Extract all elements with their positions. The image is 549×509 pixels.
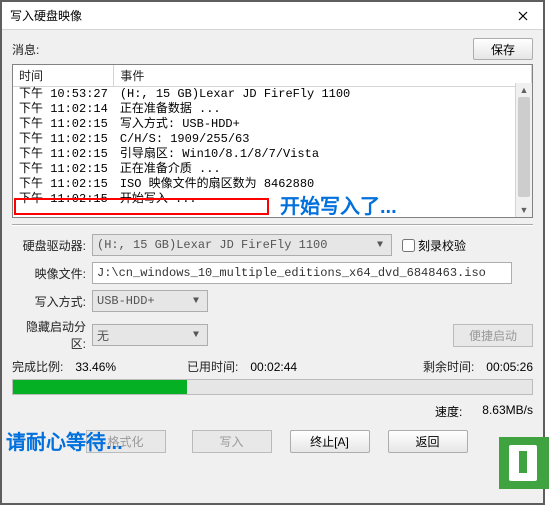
log-header-row: 时间 事件	[13, 65, 532, 87]
record-verify-label: 刻录校验	[418, 237, 466, 254]
dialog-window: 写入硬盘映像 消息: 保存 时间 事件 下午 10:53:27(H:, 15 G…	[0, 0, 545, 505]
log-row: 下午 11:02:15写入方式: USB-HDD+	[13, 117, 532, 132]
progress-bar	[12, 379, 533, 395]
log-panel: 时间 事件 下午 10:53:27(H:, 15 GB)Lexar JD Fir…	[12, 64, 533, 218]
drive-dropdown[interactable]: (H:, 15 GB)Lexar JD FireFly 1100 ▼	[92, 234, 392, 256]
scrollbar[interactable]: ▲ ▼	[515, 83, 532, 217]
progress-fill	[13, 380, 187, 394]
stop-button[interactable]: 终止[A]	[290, 430, 370, 453]
hidden-boot-label: 隐藏启动分区:	[12, 318, 92, 352]
elapsed-label: 已用时间:	[187, 358, 238, 375]
drive-label: 硬盘驱动器:	[12, 237, 92, 254]
speed-value: 8.63MB/s	[482, 403, 533, 420]
chevron-down-icon: ▼	[373, 240, 387, 251]
log-row: 下午 11:02:15ISO 映像文件的扇区数为 8462880	[13, 177, 532, 192]
record-verify-input[interactable]	[402, 239, 415, 252]
annotation-please-wait: 请耐心等待...	[6, 426, 123, 455]
chevron-down-icon[interactable]: ▼	[516, 203, 532, 217]
convenient-boot-button[interactable]: 便捷启动	[453, 324, 533, 347]
col-event[interactable]: 事件	[114, 65, 532, 87]
highlight-box	[14, 198, 269, 215]
chevron-down-icon: ▼	[189, 296, 203, 307]
log-row: 下午 11:02:15正在准备介质 ...	[13, 162, 532, 177]
hidden-boot-dropdown[interactable]: 无 ▼	[92, 324, 208, 346]
write-method-dropdown[interactable]: USB-HDD+ ▼	[92, 290, 208, 312]
window-title: 写入硬盘映像	[2, 7, 503, 24]
record-verify-checkbox[interactable]: 刻录校验	[402, 237, 466, 254]
log-row: 下午 10:53:27(H:, 15 GB)Lexar JD FireFly 1…	[13, 87, 532, 103]
percent-value: 33.46%	[75, 360, 116, 374]
close-icon	[518, 11, 528, 21]
col-time[interactable]: 时间	[13, 65, 114, 87]
save-button[interactable]: 保存	[473, 38, 533, 60]
image-file-label: 映像文件:	[12, 265, 92, 282]
elapsed-value: 00:02:44	[250, 360, 297, 374]
chevron-up-icon[interactable]: ▲	[516, 83, 532, 97]
write-button[interactable]: 写入	[192, 430, 272, 453]
remain-label: 剩余时间:	[423, 358, 474, 375]
image-file-field[interactable]: J:\cn_windows_10_multiple_editions_x64_d…	[92, 262, 512, 284]
chevron-down-icon: ▼	[189, 330, 203, 341]
log-row: 下午 11:02:15引导扇区: Win10/8.1/8/7/Vista	[13, 147, 532, 162]
message-label: 消息:	[12, 41, 473, 58]
close-button[interactable]	[503, 2, 543, 30]
log-row: 下午 11:02:14正在准备数据 ...	[13, 102, 532, 117]
watermark-icon	[499, 437, 549, 489]
write-method-label: 写入方式:	[12, 293, 92, 310]
back-button[interactable]: 返回	[388, 430, 468, 453]
annotation-start-writing: 开始写入了...	[280, 190, 397, 219]
remain-value: 00:05:26	[486, 360, 533, 374]
log-row: 下午 11:02:15C/H/S: 1909/255/63	[13, 132, 532, 147]
title-bar[interactable]: 写入硬盘映像	[2, 2, 543, 30]
divider	[12, 224, 533, 226]
percent-label: 完成比例:	[12, 358, 63, 375]
scroll-thumb[interactable]	[518, 97, 530, 197]
speed-label: 速度:	[435, 403, 462, 420]
